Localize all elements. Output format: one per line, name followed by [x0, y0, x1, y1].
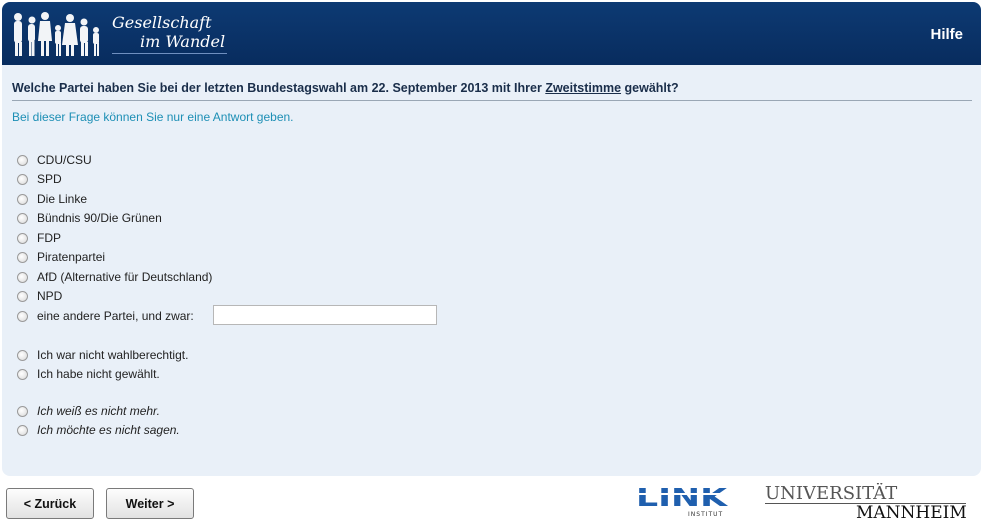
question-text-after: gewählt?	[624, 81, 679, 95]
option-gruene[interactable]: Bündnis 90/Die Grünen	[17, 210, 162, 226]
option-label: Bündnis 90/Die Grünen	[37, 211, 162, 225]
option-dont-know[interactable]: Ich weiß es nicht mehr.	[17, 403, 160, 419]
option-label: Die Linke	[37, 192, 88, 206]
other-party-input[interactable]	[213, 305, 437, 325]
zweitstimme-link[interactable]: Zweitstimme	[545, 81, 621, 95]
question-text-before: Welche Partei haben Sie bei der letzten …	[12, 81, 542, 95]
option-die-linke[interactable]: Die Linke	[17, 191, 87, 207]
silhouette-people-icon	[14, 12, 99, 56]
option-label: Ich weiß es nicht mehr.	[37, 404, 160, 418]
back-button[interactable]: < Zurück	[6, 488, 94, 519]
next-button[interactable]: Weiter >	[106, 488, 194, 519]
radio-button[interactable]	[17, 271, 28, 283]
radio-button[interactable]	[17, 232, 28, 244]
radio-button[interactable]	[17, 290, 28, 302]
radio-button[interactable]	[17, 193, 28, 205]
answer-hint: Bei dieser Frage können Sie nur eine Ant…	[12, 110, 294, 124]
option-did-not-vote[interactable]: Ich habe nicht gewählt.	[17, 366, 160, 382]
option-label: Piratenpartei	[37, 250, 106, 264]
survey-frame: Gesellschaft im Wandel Hilfe Welche Part…	[2, 2, 981, 476]
option-label: CDU/CSU	[37, 153, 92, 167]
option-label: Ich möchte es nicht sagen.	[37, 423, 180, 437]
radio-button[interactable]	[17, 251, 28, 263]
universitaet-mannheim-logo: UNIVERSITÄT MANNHEIM	[765, 483, 967, 523]
radio-button[interactable]	[17, 173, 28, 185]
option-npd[interactable]: NPD	[17, 288, 62, 304]
uni-logo-line2: MANNHEIM	[856, 503, 967, 523]
site-logo-text: Gesellschaft im Wandel	[112, 13, 225, 51]
help-link[interactable]: Hilfe	[930, 26, 963, 43]
option-piratenpartei[interactable]: Piratenpartei	[17, 249, 105, 265]
link-logo-sub: INSTITUT	[688, 511, 723, 518]
option-afd[interactable]: AfD (Alternative für Deutschland)	[17, 269, 212, 285]
radio-button[interactable]	[17, 368, 28, 380]
radio-button[interactable]	[17, 424, 28, 436]
option-label: FDP	[37, 231, 61, 245]
option-label: Ich habe nicht gewählt.	[37, 367, 160, 381]
radio-button[interactable]	[17, 405, 28, 417]
option-label: SPD	[37, 172, 62, 186]
option-fdp[interactable]: FDP	[17, 230, 61, 246]
radio-button[interactable]	[17, 212, 28, 224]
option-label: NPD	[37, 289, 63, 303]
option-refuse[interactable]: Ich möchte es nicht sagen.	[17, 422, 180, 438]
logo-line1: Gesellschaft	[112, 13, 212, 32]
option-label: AfD (Alternative für Deutschland)	[37, 270, 213, 284]
question-text: Welche Partei haben Sie bei der letzten …	[12, 81, 679, 95]
logo-divider	[112, 53, 227, 54]
option-other-party[interactable]: eine andere Partei, und zwar:	[17, 308, 194, 324]
radio-button[interactable]	[17, 310, 28, 322]
option-label: Ich war nicht wahlberechtigt.	[37, 348, 189, 362]
radio-button[interactable]	[17, 154, 28, 166]
link-institut-logo: LINK INSTITUT	[636, 483, 729, 518]
radio-button[interactable]	[17, 349, 28, 361]
option-spd[interactable]: SPD	[17, 171, 62, 187]
option-label: eine andere Partei, und zwar:	[37, 309, 194, 323]
option-cdu-csu[interactable]: CDU/CSU	[17, 152, 92, 168]
header-bar: Gesellschaft im Wandel Hilfe	[2, 2, 981, 65]
logo-line2: im Wandel	[140, 32, 226, 51]
option-not-eligible[interactable]: Ich war nicht wahlberechtigt.	[17, 347, 188, 363]
link-logo-text: LINK	[636, 483, 729, 512]
question-divider	[12, 100, 972, 101]
uni-logo-line1: UNIVERSITÄT	[765, 483, 897, 504]
